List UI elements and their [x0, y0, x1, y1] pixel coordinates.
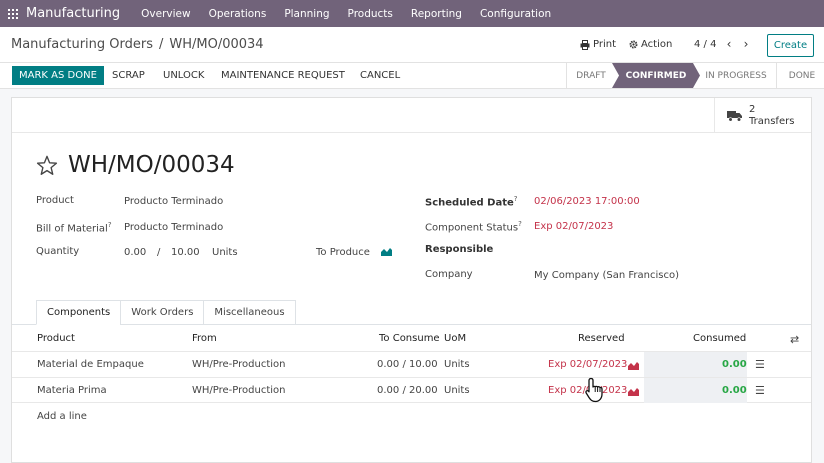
- menu-overview[interactable]: Overview: [132, 8, 199, 20]
- row-to-consume[interactable]: 0.00 / 20.00: [377, 385, 438, 396]
- component-status-label-text: Component Status: [425, 222, 519, 234]
- unlock-button[interactable]: UNLOCK: [163, 66, 204, 85]
- bom-label-text: Bill of Material: [36, 223, 108, 235]
- top-navbar: Manufacturing Overview Operations Planni…: [0, 0, 824, 27]
- component-status-label: Component Status?: [425, 220, 522, 233]
- gear-icon: [629, 40, 638, 49]
- star-icon[interactable]: [36, 155, 58, 176]
- notebook-tabs: Components Work Orders Miscellaneous: [36, 300, 296, 325]
- column-header-uom[interactable]: UoM: [444, 333, 466, 344]
- quantity-label: Quantity: [36, 246, 80, 257]
- mark-as-done-button[interactable]: MARK AS DONE: [12, 66, 104, 85]
- transfers-count: 2: [749, 103, 756, 115]
- print-label: Print: [593, 39, 617, 50]
- scheduled-date-value[interactable]: 02/06/2023 17:00:00: [534, 196, 640, 207]
- column-header-to-consume[interactable]: To Consume: [379, 333, 440, 344]
- row-product[interactable]: Materia Prima: [37, 385, 107, 396]
- quantity-produced[interactable]: 0.00: [124, 247, 146, 258]
- hand-cursor-icon: [585, 377, 603, 403]
- row-consumed[interactable]: 0.00: [722, 385, 747, 396]
- column-header-product[interactable]: Product: [37, 333, 75, 344]
- forecast-chart-icon[interactable]: [381, 247, 392, 256]
- status-bar: MARK AS DONE SCRAP UNLOCK MAINTENANCE RE…: [0, 63, 824, 89]
- record-title-row: WH/MO/00034: [36, 152, 235, 178]
- row-product[interactable]: Material de Empaque: [37, 359, 144, 370]
- row-uom: Units: [444, 359, 470, 370]
- breadcrumb: Manufacturing Orders / WH/MO/00034: [11, 37, 264, 52]
- menu-operations[interactable]: Operations: [200, 8, 276, 20]
- print-button[interactable]: Print: [580, 39, 616, 50]
- row-reserved: Exp 02/07/2023: [548, 359, 628, 370]
- print-icon: [580, 39, 590, 50]
- tab-work-orders[interactable]: Work Orders: [120, 300, 205, 325]
- action-button[interactable]: Action: [629, 39, 672, 50]
- tab-miscellaneous[interactable]: Miscellaneous: [203, 300, 296, 325]
- row-from[interactable]: WH/Pre-Production: [192, 385, 286, 396]
- menu-products[interactable]: Products: [339, 8, 402, 20]
- pager-next-icon[interactable]: ›: [740, 37, 752, 51]
- to-produce-label: To Produce: [316, 247, 370, 258]
- forecast-chart-icon[interactable]: [628, 387, 639, 396]
- table-row[interactable]: Materia Prima WH/Pre-Production 0.00 / 2…: [12, 377, 811, 403]
- breadcrumb-current: WH/MO/00034: [169, 37, 264, 52]
- apps-menu-icon[interactable]: [0, 0, 26, 27]
- breadcrumb-separator: /: [158, 37, 164, 52]
- company-label: Company: [425, 269, 473, 280]
- pager-value[interactable]: 4 / 4: [694, 39, 716, 50]
- product-value[interactable]: Producto Terminado: [124, 196, 223, 207]
- menu-configuration[interactable]: Configuration: [471, 8, 560, 20]
- detailed-operations-icon[interactable]: ☰: [755, 358, 765, 371]
- row-to-consume[interactable]: 0.00 / 10.00: [377, 359, 438, 370]
- column-header-reserved[interactable]: Reserved: [578, 333, 625, 344]
- column-header-consumed[interactable]: Consumed: [693, 333, 746, 344]
- scheduled-date-label-text: Scheduled Date: [425, 197, 514, 209]
- product-label: Product: [36, 195, 74, 206]
- create-button[interactable]: Create: [767, 34, 814, 57]
- optional-columns-icon[interactable]: ⇄: [790, 333, 799, 346]
- help-mark: ?: [518, 220, 522, 228]
- stage-draft[interactable]: DRAFT: [566, 63, 616, 88]
- help-mark: ?: [107, 221, 112, 229]
- pager-previous-icon[interactable]: ‹: [723, 37, 735, 51]
- row-uom: Units: [444, 385, 470, 396]
- detailed-operations-icon[interactable]: ☰: [755, 384, 765, 397]
- row-from[interactable]: WH/Pre-Production: [192, 359, 286, 370]
- scheduled-date-label: Scheduled Date?: [425, 195, 518, 208]
- quantity-separator: /: [157, 247, 161, 258]
- transfers-label: Transfers: [749, 115, 795, 127]
- stage-divider: [776, 63, 777, 88]
- row-consumed[interactable]: 0.00: [722, 359, 747, 370]
- maintenance-request-button[interactable]: MAINTENANCE REQUEST: [221, 66, 345, 85]
- control-panel: Manufacturing Orders / WH/MO/00034 Print A…: [0, 27, 824, 63]
- forecast-chart-icon[interactable]: [628, 361, 639, 370]
- menu-planning[interactable]: Planning: [275, 8, 338, 20]
- form-sheet: 2 Transfers WH/MO/00034 Product Producto…: [11, 97, 812, 463]
- truck-icon: [727, 110, 742, 122]
- cancel-button[interactable]: CANCEL: [360, 66, 400, 85]
- transfers-smart-button[interactable]: 2 Transfers: [714, 98, 811, 133]
- tab-components[interactable]: Components: [36, 300, 122, 325]
- responsible-label: Responsible: [425, 244, 494, 255]
- bom-value[interactable]: Producto Terminado: [124, 222, 223, 233]
- menu-reporting[interactable]: Reporting: [402, 8, 471, 20]
- stage-confirmed[interactable]: CONFIRMED: [612, 63, 700, 88]
- breadcrumb-parent[interactable]: Manufacturing Orders: [11, 37, 153, 52]
- column-header-from[interactable]: From: [192, 333, 217, 344]
- bom-label: Bill of Material?: [36, 221, 112, 234]
- component-status-value: Exp 02/07/2023: [534, 221, 614, 232]
- stage-done[interactable]: DONE: [780, 63, 824, 88]
- add-a-line-link[interactable]: Add a line: [37, 411, 87, 422]
- company-value[interactable]: My Company (San Francisco): [534, 270, 679, 281]
- app-name[interactable]: Manufacturing: [26, 6, 120, 21]
- help-mark: ?: [513, 195, 518, 203]
- table-row[interactable]: Material de Empaque WH/Pre-Production 0.…: [12, 351, 811, 377]
- quantity-total[interactable]: 10.00: [171, 247, 200, 258]
- record-title: WH/MO/00034: [68, 152, 235, 178]
- quantity-uom: Units: [212, 247, 238, 258]
- action-label: Action: [641, 39, 673, 50]
- stage-in-progress[interactable]: IN PROGRESS: [698, 63, 774, 88]
- smart-button-box: 2 Transfers: [12, 98, 811, 133]
- scrap-button[interactable]: SCRAP: [112, 66, 145, 85]
